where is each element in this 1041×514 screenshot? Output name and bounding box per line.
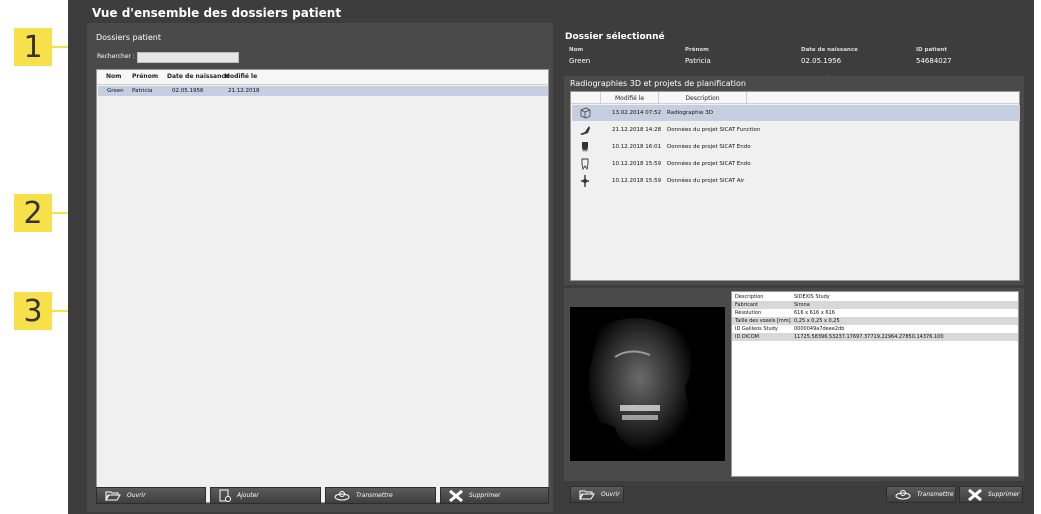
- right-delete-button-label: Supprimer: [988, 491, 1020, 498]
- radiographs-header: Modifié le Description: [571, 92, 1019, 104]
- column-nom[interactable]: Nom: [106, 73, 121, 80]
- property-row: ID DICOM 11725.58396.53237.17697.37719.2…: [732, 333, 1018, 341]
- column-prenom[interactable]: Prénom: [132, 73, 158, 80]
- screenshot-root: 1 2 3 Vue d'ensemble des dossiers patien…: [0, 0, 1041, 514]
- selected-field-id-patient: ID patient 54684027: [916, 47, 952, 65]
- patient-row[interactable]: Green Patricia 02.05.1956 21.12.2018: [98, 86, 548, 96]
- callout-3: 3: [14, 292, 52, 330]
- rad-column-description[interactable]: Description: [659, 92, 747, 104]
- app-title: Vue d'ensemble des dossiers patient: [92, 6, 342, 20]
- add-document-icon: [219, 489, 231, 502]
- callout-1: 1: [14, 28, 52, 66]
- rad-column-icon: [571, 92, 601, 104]
- selected-field-date-naissance: Date de naissance 02.05.1956: [801, 47, 858, 65]
- properties-table: Description SIDEXIS Study Fabricant Siro…: [731, 291, 1019, 477]
- column-modifie[interactable]: Modifié le: [224, 73, 257, 80]
- radiograph-row[interactable]: 10.12.2018 15:59 Données du projet SICAT…: [572, 173, 1020, 189]
- airway-icon: [581, 175, 589, 187]
- add-button-label: Ajouter: [237, 492, 259, 499]
- callout-2: 2: [14, 194, 52, 232]
- transmit-button[interactable]: Transmettre: [325, 487, 436, 504]
- xray-preview-image: [570, 307, 725, 461]
- app-window: Vue d'ensemble des dossiers patient Doss…: [68, 0, 1034, 514]
- radiograph-row[interactable]: 10.12.2018 15:59 Données de projet SICAT…: [572, 156, 1020, 172]
- radiographs-title: Radiographies 3D et projets de planifica…: [570, 79, 746, 88]
- patient-naissance: 02.05.1956: [172, 88, 204, 94]
- patient-records-title: Dossiers patient: [96, 33, 162, 42]
- delete-x-icon: [968, 488, 982, 501]
- property-row: Résolution 616 x 616 x 616: [735, 310, 835, 316]
- property-row: Description SIDEXIS Study: [735, 294, 830, 300]
- transmit-button-label: Transmettre: [356, 492, 393, 499]
- left-button-bar: Ouvrir Ajouter Transmettre Supprimer: [96, 487, 549, 504]
- radiograph-row[interactable]: 21.12.2018 14:28 Données du projet SICAT…: [572, 122, 1020, 138]
- right-transmit-button[interactable]: Transmettre: [886, 486, 956, 503]
- transmit-icon: [334, 491, 350, 501]
- sicat-function-icon: [580, 126, 590, 135]
- radiograph-row[interactable]: 10.12.2018 16:01 Données de projet SICAT…: [572, 139, 1020, 155]
- patient-list-header: Nom Prénom Date de naissance Modifié le: [97, 70, 548, 85]
- skull-xray-graphic: [588, 318, 692, 452]
- property-row: ID Galileos Study 0000049a7deee2db: [735, 326, 845, 332]
- delete-button-label: Supprimer: [469, 492, 501, 499]
- rad-column-modifie[interactable]: Modifié le: [601, 92, 659, 104]
- selected-record-title: Dossier sélectionné: [565, 32, 665, 42]
- tooth-icon: [582, 142, 588, 152]
- radiographs-list[interactable]: Modifié le Description 13.02.2014 07:52 …: [570, 91, 1020, 281]
- folder-open-icon: [579, 490, 595, 500]
- right-open-button-label: Ouvrir: [601, 491, 620, 498]
- selected-field-nom: Nom Green: [569, 47, 591, 65]
- search-input[interactable]: [137, 52, 239, 63]
- open-button[interactable]: Ouvrir: [96, 487, 206, 504]
- tooth-outline-icon: [581, 158, 589, 171]
- column-date-naissance[interactable]: Date de naissance: [167, 73, 229, 80]
- volume-cube-icon: [580, 107, 591, 119]
- patient-prenom: Patricia: [132, 88, 153, 94]
- right-delete-button[interactable]: Supprimer: [959, 486, 1023, 503]
- folder-open-icon: [105, 491, 121, 501]
- right-open-button[interactable]: Ouvrir: [570, 486, 624, 503]
- search-label: Rechercher :: [97, 53, 135, 60]
- preview-panel: Description SIDEXIS Study Fabricant Siro…: [564, 288, 1024, 481]
- patient-modifie: 21.12.2018: [228, 88, 260, 94]
- property-row: Fabricant Sirona: [732, 301, 1018, 309]
- selected-field-prenom: Prénom Patricia: [685, 47, 711, 65]
- patient-nom: Green: [107, 88, 124, 94]
- add-button[interactable]: Ajouter: [210, 487, 321, 504]
- patient-list[interactable]: Nom Prénom Date de naissance Modifié le …: [96, 69, 549, 503]
- radiograph-row[interactable]: 13.02.2014 07:52 Radiographie 3D: [572, 105, 1020, 121]
- patient-records-panel: Dossiers patient Rechercher : Nom Prénom…: [87, 23, 553, 512]
- delete-button[interactable]: Supprimer: [440, 487, 549, 504]
- property-row: Taille des voxels [mm] 0,25 x 0,25 x 0,2…: [732, 317, 1018, 325]
- open-button-label: Ouvrir: [127, 492, 146, 499]
- transmit-icon: [895, 490, 911, 500]
- radiographs-panel: Radiographies 3D et projets de planifica…: [564, 76, 1024, 285]
- right-transmit-button-label: Transmettre: [917, 491, 954, 498]
- delete-x-icon: [449, 489, 463, 502]
